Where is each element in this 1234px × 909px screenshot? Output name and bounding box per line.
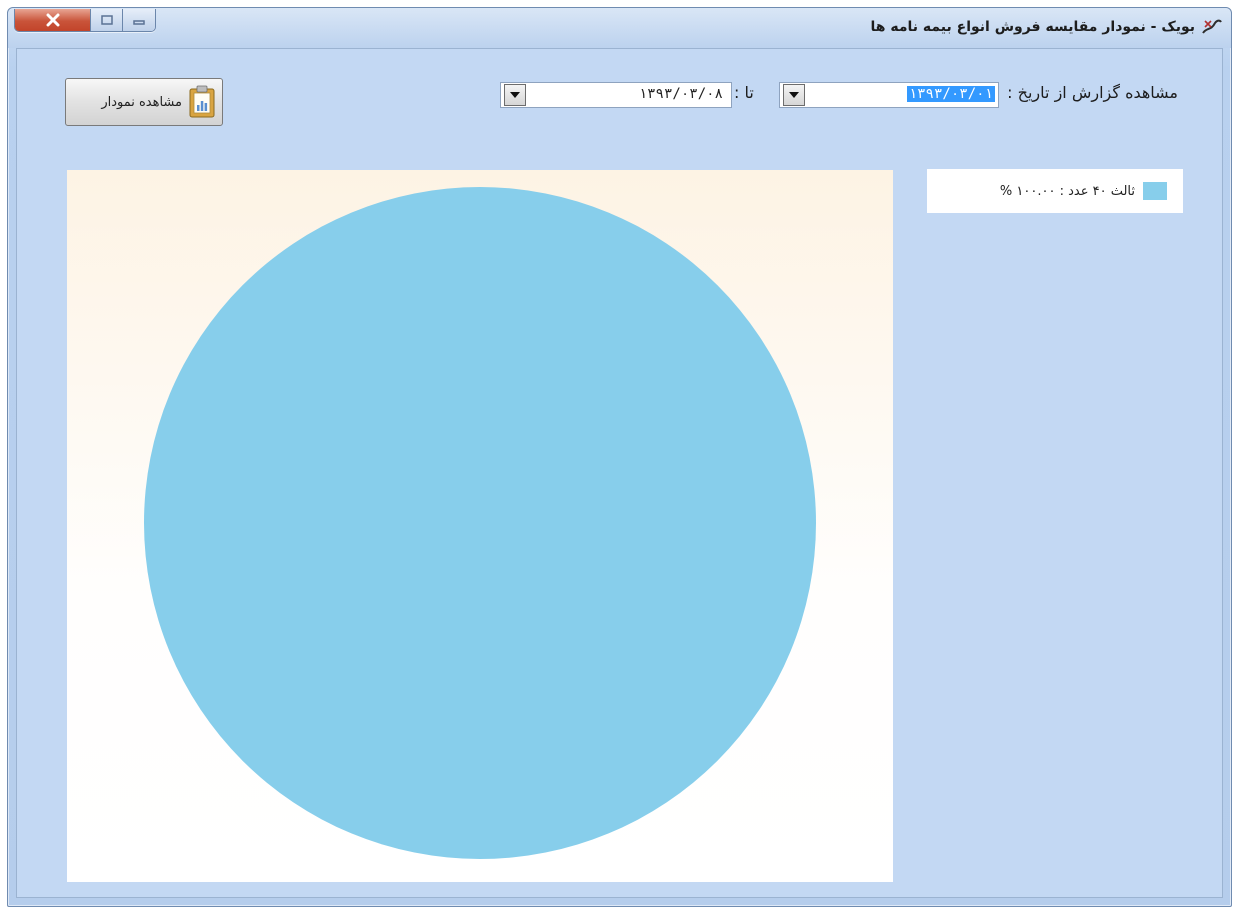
from-date-value: ۱۳۹۳/۰۳/۰۱ bbox=[906, 86, 995, 102]
legend-item-label: ثالث ۴۰ عدد : ۱۰۰.۰۰ % bbox=[999, 183, 1135, 199]
window-controls bbox=[14, 9, 156, 32]
chart-area bbox=[67, 170, 893, 882]
report-from-label: مشاهده گزارش از تاریخ : bbox=[1007, 83, 1178, 102]
chart-legend: ثالث ۴۰ عدد : ۱۰۰.۰۰ % bbox=[927, 169, 1183, 213]
to-date-dropdown-button[interactable] bbox=[504, 84, 526, 106]
to-date-picker[interactable]: ۱۳۹۳/۰۳/۰۸ bbox=[500, 82, 732, 108]
app-window: بویک - نمودار مقایسه فروش انواع بیمه نام… bbox=[7, 7, 1232, 907]
minimize-button[interactable] bbox=[123, 9, 155, 31]
title-bar: بویک - نمودار مقایسه فروش انواع بیمه نام… bbox=[8, 8, 1231, 48]
close-button[interactable] bbox=[15, 9, 91, 31]
client-area: مشاهده نمودار مشاهده گزارش از تاریخ : ۱۳… bbox=[16, 48, 1223, 898]
close-icon bbox=[46, 13, 59, 27]
restore-icon bbox=[100, 15, 113, 25]
pie-chart bbox=[144, 187, 816, 859]
chevron-down-icon bbox=[510, 92, 520, 98]
view-chart-button[interactable]: مشاهده نمودار bbox=[65, 78, 223, 126]
to-date-value: ۱۳۹۳/۰۳/۰۸ bbox=[638, 86, 723, 102]
app-logo-icon bbox=[1202, 19, 1222, 34]
from-date-picker[interactable]: ۱۳۹۳/۰۳/۰۱ bbox=[779, 82, 999, 108]
chevron-down-icon bbox=[789, 92, 799, 98]
legend-swatch bbox=[1143, 182, 1167, 200]
from-date-dropdown-button[interactable] bbox=[783, 84, 805, 106]
view-chart-label: مشاهده نمودار bbox=[101, 94, 182, 110]
restore-button[interactable] bbox=[91, 9, 123, 31]
window-title: بویک - نمودار مقایسه فروش انواع بیمه نام… bbox=[870, 19, 1195, 35]
pie-slice bbox=[144, 187, 816, 859]
minimize-icon bbox=[133, 20, 145, 25]
clipboard-chart-icon bbox=[189, 85, 215, 118]
to-date-label: تا : bbox=[734, 83, 754, 102]
